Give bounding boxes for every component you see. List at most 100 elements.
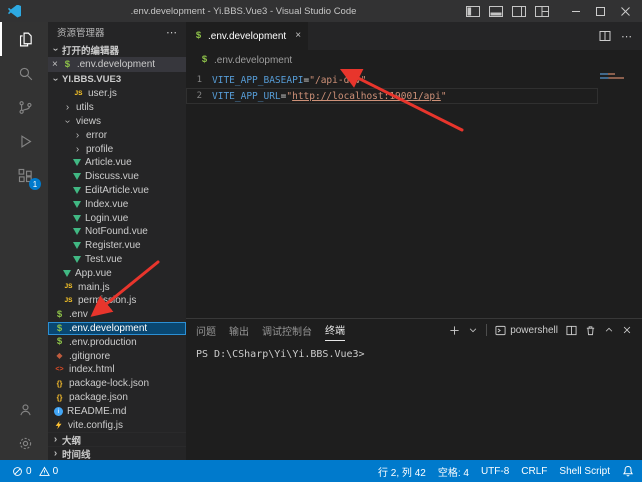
tree-item[interactable]: NotFound.vue: [48, 225, 186, 239]
tree-item[interactable]: Login.vue: [48, 211, 186, 225]
tree-item[interactable]: main.js: [48, 280, 186, 294]
tab-output[interactable]: 输出: [229, 319, 249, 341]
account-icon[interactable]: [0, 392, 48, 426]
tab-env-development[interactable]: .env.development: [186, 22, 309, 50]
run-and-debug-icon[interactable]: [0, 124, 48, 158]
cursor-position[interactable]: 行 2, 列 42: [378, 464, 426, 479]
project-section-header[interactable]: YI.BBS.VUE3: [48, 72, 186, 87]
chevron-right-icon: [63, 102, 72, 113]
tree-item[interactable]: profile: [48, 142, 186, 156]
customize-layout-icon[interactable]: [535, 6, 549, 17]
tree-item[interactable]: package-lock.json: [48, 377, 186, 391]
toggle-panel-icon[interactable]: [489, 6, 503, 17]
tree-item-label: .gitignore: [69, 351, 110, 362]
shell-label: powershell: [510, 325, 558, 336]
tree-item[interactable]: permission.js: [48, 294, 186, 308]
tree-item[interactable]: vite.config.js: [48, 418, 186, 432]
minimap[interactable]: [600, 73, 640, 81]
tree-item[interactable]: Index.vue: [48, 197, 186, 211]
tree-item[interactable]: error: [48, 128, 186, 142]
tree-item[interactable]: EditArticle.vue: [48, 184, 186, 198]
env-key: VITE_APP_BASEAPI: [212, 75, 304, 86]
tree-item-label: Discuss.vue: [85, 171, 139, 182]
tab-debug-console[interactable]: 调试控制台: [262, 319, 312, 341]
toggle-sidebar-icon[interactable]: [466, 6, 480, 17]
new-terminal-icon[interactable]: [449, 325, 460, 336]
open-editor-label: .env.development: [77, 59, 155, 70]
tree-item-label: Register.vue: [85, 240, 141, 251]
settings-gear-icon[interactable]: [0, 426, 48, 460]
tree-item[interactable]: README.md: [48, 404, 186, 418]
more-actions-icon[interactable]: [166, 26, 177, 39]
tree-item[interactable]: user.js: [48, 87, 186, 101]
timeline-section-header[interactable]: 时间线: [48, 446, 186, 460]
notifications-bell-icon[interactable]: [622, 465, 634, 477]
kill-terminal-trash-icon[interactable]: [585, 325, 596, 336]
tree-item[interactable]: .env.production: [48, 335, 186, 349]
code-editor[interactable]: 1 VITE_APP_BASEAPI = "/api-dev" 2 VITE_A…: [186, 70, 642, 318]
chevron-down-icon[interactable]: [468, 325, 478, 335]
html-icon: [54, 364, 65, 375]
problems-status[interactable]: 0 0: [8, 466, 58, 477]
tree-item[interactable]: .gitignore: [48, 349, 186, 363]
quote: ": [441, 91, 447, 102]
chevron-down-icon: [50, 45, 61, 54]
encoding[interactable]: UTF-8: [481, 466, 509, 477]
tree-item-env-development[interactable]: .env.development: [48, 322, 186, 336]
tree-item[interactable]: .env: [48, 308, 186, 322]
maximize-button[interactable]: [588, 0, 613, 22]
indentation[interactable]: 空格: 4: [438, 464, 469, 479]
open-editor-item[interactable]: .env.development: [48, 57, 186, 72]
error-count: 0: [26, 466, 32, 477]
tree-item-label: utils: [76, 102, 94, 113]
explorer-icon[interactable]: [0, 22, 48, 56]
tree-item-label: Index.vue: [85, 199, 128, 210]
eol-sequence[interactable]: CRLF: [521, 466, 547, 477]
js-icon: [63, 295, 74, 306]
open-editors-header[interactable]: 打开的编辑器: [48, 42, 186, 57]
extensions-icon[interactable]: 1: [0, 158, 48, 192]
divider: [486, 324, 487, 336]
tab-terminal[interactable]: 终端: [325, 319, 345, 341]
vue-icon: [73, 159, 81, 166]
warning-icon: [39, 466, 50, 477]
maximize-panel-chevron-up-icon[interactable]: [604, 325, 614, 335]
url-link[interactable]: http://localhost:19001/api: [292, 91, 441, 102]
tree-item[interactable]: views: [48, 115, 186, 129]
close-button[interactable]: [613, 0, 638, 22]
powershell-icon: [495, 325, 506, 336]
search-icon[interactable]: [0, 56, 48, 90]
line-number: 1: [186, 75, 202, 85]
outline-section-header[interactable]: 大纲: [48, 432, 186, 446]
tab-problems[interactable]: 问题: [196, 319, 216, 341]
json-icon: [54, 378, 65, 389]
close-panel-icon[interactable]: [622, 325, 632, 335]
tree-item[interactable]: index.html: [48, 363, 186, 377]
language-mode[interactable]: Shell Script: [559, 466, 610, 477]
panel-header: 问题 输出 调试控制台 终端 powershell: [186, 319, 642, 341]
source-control-icon[interactable]: [0, 90, 48, 124]
chevron-down-icon: [50, 75, 61, 84]
js-icon: [63, 282, 74, 293]
toggle-secondary-sidebar-icon[interactable]: [512, 6, 526, 17]
more-actions-icon[interactable]: [621, 30, 632, 43]
tree-item[interactable]: Test.vue: [48, 253, 186, 267]
split-editor-icon[interactable]: [599, 30, 611, 42]
tree-item[interactable]: Register.vue: [48, 239, 186, 253]
layout-controls: [466, 6, 549, 17]
terminal-instance[interactable]: powershell: [495, 325, 558, 336]
tree-item[interactable]: App.vue: [48, 266, 186, 280]
tree-item[interactable]: Article.vue: [48, 156, 186, 170]
terminal-output[interactable]: PS D:\CSharp\Yi\Yi.BBS.Vue3>: [186, 341, 642, 368]
breadcrumb[interactable]: .env.development: [186, 50, 642, 70]
close-tab-icon[interactable]: [295, 31, 301, 41]
window-controls: [563, 0, 638, 22]
close-editor-icon[interactable]: [52, 60, 58, 70]
minimize-button[interactable]: [563, 0, 588, 22]
tree-item[interactable]: package.json: [48, 391, 186, 405]
tree-item[interactable]: utils: [48, 101, 186, 115]
tree-item-label: Test.vue: [85, 254, 122, 265]
tree-item[interactable]: Discuss.vue: [48, 170, 186, 184]
split-terminal-icon[interactable]: [566, 325, 577, 336]
env-icon: [199, 55, 210, 66]
